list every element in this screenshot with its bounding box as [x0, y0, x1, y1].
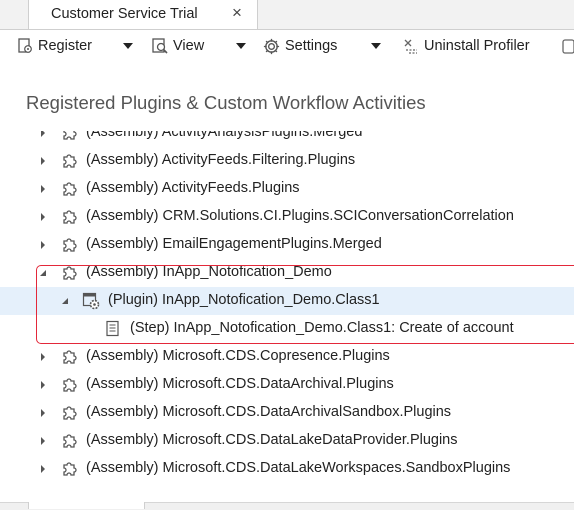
plugin-gear-icon	[82, 292, 100, 310]
tree-item-label: (Assembly) InApp_Notofication_Demo	[86, 264, 332, 280]
tab-customer-service-trial[interactable]: Customer Service Trial ×	[28, 0, 258, 29]
tree-item-label: (Plugin) InApp_Notofication_Demo.Class1	[108, 292, 380, 308]
assembly-tree-item[interactable]: (Assembly) EmailEngagementPlugins.Merged	[0, 231, 574, 259]
assembly-tree-item[interactable]: (Assembly) Microsoft.CDS.Copresence.Plug…	[0, 343, 574, 371]
expand-chevron-icon[interactable]	[38, 464, 48, 474]
assembly-tree-item[interactable]: (Assembly) ActivityFeeds.Filtering.Plugi…	[0, 147, 574, 175]
expand-chevron-icon[interactable]	[38, 184, 48, 194]
view-dropdown-chevron-down-icon[interactable]	[236, 43, 246, 49]
assembly-tree-item[interactable]: (Assembly) ActivityAnalysisPlugins.Merge…	[0, 124, 574, 147]
uninstall-profiler-button[interactable]: Uninstall Profiler	[402, 35, 530, 57]
page-title: Registered Plugins & Custom Workflow Act…	[26, 92, 426, 113]
step-tree-item[interactable]: (Step) InApp_Notofication_Demo.Class1: C…	[0, 315, 574, 343]
bottom-tab[interactable]	[28, 502, 145, 509]
assembly-tree-item[interactable]: (Assembly) InApp_Notofication_Demo	[0, 259, 574, 287]
assembly-puzzle-icon	[63, 210, 77, 224]
tree-item-label: (Assembly) Microsoft.CDS.DataLakeDataPro…	[86, 432, 458, 448]
register-dropdown-chevron-down-icon[interactable]	[123, 43, 133, 49]
expand-chevron-icon[interactable]	[38, 240, 48, 250]
view-icon	[152, 38, 168, 54]
expand-chevron-icon[interactable]	[38, 128, 48, 138]
gear-icon	[263, 38, 280, 54]
settings-button[interactable]: Settings	[262, 35, 337, 57]
register-label: Register	[38, 38, 92, 54]
assembly-puzzle-icon	[63, 434, 77, 448]
profiler-icon	[404, 39, 417, 54]
assembly-tree-item[interactable]: (Assembly) Microsoft.CDS.DataArchivalSan…	[0, 399, 574, 427]
expand-chevron-icon[interactable]	[38, 212, 48, 222]
assembly-puzzle-icon	[63, 406, 77, 420]
tree-item-label: (Assembly) EmailEngagementPlugins.Merged	[86, 236, 382, 252]
uninstall-profiler-label: Uninstall Profiler	[424, 38, 530, 54]
tree-item-label: (Assembly) Microsoft.CDS.DataLakeWorkspa…	[86, 460, 511, 476]
plugin-tree-item[interactable]: (Plugin) InApp_Notofication_Demo.Class1	[0, 287, 574, 315]
assembly-puzzle-icon	[63, 238, 77, 252]
assembly-tree-item[interactable]: (Assembly) Microsoft.CDS.DataLakeDataPro…	[0, 427, 574, 455]
assembly-tree-item[interactable]: (Assembly) CRM.Solutions.CI.Plugins.SCIC…	[0, 203, 574, 231]
tree-item-label: (Assembly) Microsoft.CDS.DataArchivalSan…	[86, 404, 452, 420]
step-document-icon	[106, 320, 119, 337]
tree-item-label: (Assembly) CRM.Solutions.CI.Plugins.SCIC…	[86, 208, 514, 224]
assembly-tree-item[interactable]: (Assembly) Microsoft.CDS.DataLakeWorkspa…	[0, 455, 574, 483]
close-icon[interactable]: ×	[232, 3, 242, 23]
assembly-puzzle-icon	[63, 462, 77, 476]
expand-chevron-icon[interactable]	[38, 436, 48, 446]
expand-chevron-icon[interactable]	[38, 352, 48, 362]
assembly-tree-item[interactable]: (Assembly) Microsoft.CDS.DataArchival.Pl…	[0, 371, 574, 399]
view-button[interactable]: View	[151, 35, 204, 57]
settings-dropdown-chevron-down-icon[interactable]	[371, 43, 381, 49]
assembly-puzzle-icon	[63, 182, 77, 196]
overflow-toolbar-icon[interactable]	[561, 39, 574, 54]
view-label: View	[173, 38, 205, 54]
register-button[interactable]: Register	[16, 35, 92, 57]
tree-item-label: (Assembly) Microsoft.CDS.Copresence.Plug…	[86, 348, 390, 364]
assembly-puzzle-icon	[63, 154, 77, 168]
tree-item-label: (Assembly) ActivityAnalysisPlugins.Merge…	[86, 124, 363, 140]
assembly-puzzle-icon	[63, 350, 77, 364]
assembly-puzzle-icon	[63, 266, 77, 280]
tree-item-label: (Assembly) Microsoft.CDS.DataArchival.Pl…	[86, 376, 394, 392]
toolbar: Register View Settings Uninstall Profile…	[0, 30, 574, 62]
collapse-chevron-icon[interactable]	[60, 296, 70, 306]
document-tab-bar: Customer Service Trial ×	[0, 0, 574, 30]
expand-chevron-icon[interactable]	[38, 380, 48, 390]
assembly-puzzle-icon	[63, 131, 77, 140]
expand-chevron-icon[interactable]	[38, 408, 48, 418]
plugin-tree: (Assembly) ActivityAnalysisPlugins.Merge…	[0, 124, 574, 502]
tree-item-label: (Assembly) ActivityFeeds.Plugins	[86, 180, 300, 196]
register-icon	[18, 38, 32, 53]
tree-item-label: (Step) InApp_Notofication_Demo.Class1: C…	[130, 320, 514, 336]
tree-item-label: (Assembly) ActivityFeeds.Filtering.Plugi…	[86, 152, 356, 168]
expand-chevron-icon[interactable]	[38, 156, 48, 166]
assembly-tree-item[interactable]: (Assembly) ActivityFeeds.Plugins	[0, 175, 574, 203]
settings-label: Settings	[285, 38, 338, 54]
collapse-chevron-icon[interactable]	[38, 268, 48, 278]
assembly-puzzle-icon	[63, 378, 77, 392]
tab-title: Customer Service Trial	[51, 6, 198, 22]
